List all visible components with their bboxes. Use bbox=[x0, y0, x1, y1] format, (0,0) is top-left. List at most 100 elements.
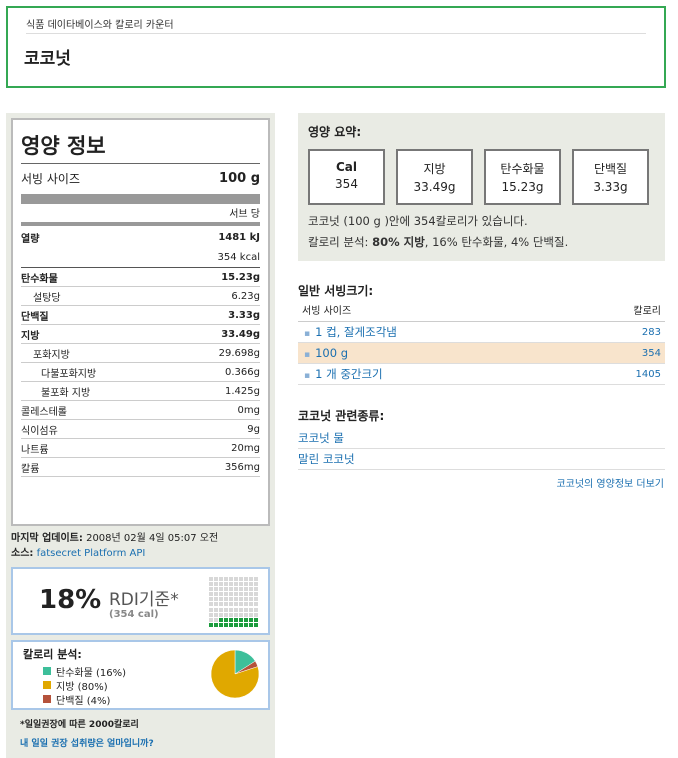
carbs-swatch bbox=[43, 667, 51, 675]
summary-box-label: 지방 bbox=[423, 162, 446, 176]
rdi-grid-cell bbox=[224, 577, 228, 581]
page-title: 코코넛 bbox=[24, 49, 71, 69]
rdi-grid-cell bbox=[229, 602, 233, 607]
rdi-grid-cell bbox=[234, 597, 238, 602]
divider bbox=[26, 33, 646, 34]
per-serving-label: 서브 당 bbox=[21, 204, 260, 226]
serving-size-label: 서빙 사이즈 bbox=[21, 171, 81, 186]
rdi-grid-cell bbox=[219, 592, 223, 597]
serving-row[interactable]: 1 컵, 잘게조각냄 283 bbox=[298, 322, 665, 343]
rdi-help-link[interactable]: 내 일일 권장 섭취량은 얼마입니까? bbox=[20, 736, 154, 749]
left-column: 영양 정보 서빙 사이즈 100 g 서브 당 열량 1481 kJ 354 k… bbox=[6, 113, 275, 758]
page-header: 식품 데이타베이스와 칼로리 카운터 코코넛 bbox=[6, 6, 666, 88]
source-label: 소스: bbox=[11, 548, 34, 559]
serving-calories[interactable]: 1405 bbox=[636, 369, 665, 380]
rdi-grid-cell bbox=[209, 607, 213, 612]
serving-row-selected[interactable]: 100 g 354 bbox=[298, 343, 665, 364]
summary-box-value: 3.33g bbox=[593, 180, 628, 194]
related-item-link[interactable]: 코코넛 물 bbox=[298, 428, 665, 449]
rdi-grid-cell bbox=[244, 602, 248, 607]
summary-box-cal: Cal 354 bbox=[308, 149, 385, 205]
rdi-grid-cell bbox=[209, 612, 213, 617]
rdi-grid-cell bbox=[229, 587, 233, 592]
nutrient-label: 설탕당 bbox=[33, 292, 61, 304]
nutrient-row-potassium: 칼륨 356mg bbox=[21, 458, 260, 477]
related-item-link[interactable]: 말린 코코넛 bbox=[298, 449, 665, 470]
rdi-grid-cell bbox=[234, 602, 238, 607]
summary-box-value: 354 bbox=[335, 177, 358, 191]
nutrient-label: 포화지방 bbox=[33, 349, 70, 361]
rdi-grid-cell bbox=[229, 592, 233, 597]
summary-box-label: 탄수화물 bbox=[500, 162, 545, 176]
rdi-grid-cell bbox=[229, 597, 233, 602]
rdi-grid-cell bbox=[239, 582, 243, 587]
rdi-grid-cell bbox=[254, 612, 258, 617]
serving-name-link[interactable]: 1 컵, 잘게조각냄 bbox=[298, 324, 397, 340]
rdi-grid-cell bbox=[234, 582, 238, 587]
rdi-calories: (354 cal) bbox=[109, 609, 159, 620]
rdi-grid-cell bbox=[209, 597, 213, 602]
rdi-grid-cell bbox=[234, 577, 238, 581]
serving-size-value: 100 g bbox=[219, 170, 260, 186]
rdi-grid-cell bbox=[214, 607, 218, 612]
serving-calories[interactable]: 354 bbox=[642, 348, 665, 359]
nutrient-label: 식이섬유 bbox=[21, 425, 58, 437]
rdi-grid-cell bbox=[219, 617, 223, 622]
rdi-grid-cell bbox=[244, 577, 248, 581]
rdi-grid-cell bbox=[229, 582, 233, 587]
calorie-pie-chart bbox=[210, 649, 260, 699]
rdi-grid-cell bbox=[214, 582, 218, 587]
rdi-percent: 18% bbox=[39, 585, 102, 615]
rdi-grid-cell bbox=[214, 587, 218, 592]
rdi-grid-cell bbox=[209, 617, 213, 622]
rdi-grid-cell bbox=[234, 592, 238, 597]
nutrient-row-sodium: 나트륨 20mg bbox=[21, 439, 260, 458]
rdi-grid-cell bbox=[249, 607, 253, 612]
rdi-grid-cell bbox=[244, 582, 248, 587]
rdi-grid-cell bbox=[254, 622, 258, 627]
rdi-grid-cell bbox=[209, 582, 213, 587]
serving-calories[interactable]: 283 bbox=[642, 327, 665, 338]
more-nutrition-link[interactable]: 코코넛의 영양정보 더보기 bbox=[556, 475, 664, 490]
rdi-grid-cell bbox=[244, 622, 248, 627]
rdi-grid-cell bbox=[244, 617, 248, 622]
rdi-grid-cell bbox=[219, 597, 223, 602]
nutrition-facts-panel: 영양 정보 서빙 사이즈 100 g 서브 당 열량 1481 kJ 354 k… bbox=[11, 118, 270, 526]
breadcrumb[interactable]: 식품 데이타베이스와 칼로리 카운터 bbox=[26, 16, 174, 31]
summary-box-carbs: 탄수화물 15.23g bbox=[484, 149, 561, 205]
rdi-grid-cell bbox=[229, 612, 233, 617]
rdi-grid-cell bbox=[219, 602, 223, 607]
summary-box-fat: 지방 33.49g bbox=[396, 149, 473, 205]
nutrient-row-protein: 단백질 3.33g bbox=[21, 306, 260, 325]
rdi-grid-cell bbox=[254, 607, 258, 612]
source-link[interactable]: fatsecret Platform API bbox=[37, 548, 146, 559]
summary-line-2: 칼로리 분석: 80% 지방, 16% 탄수화물, 4% 단백질. bbox=[308, 232, 568, 253]
rdi-grid-cell bbox=[254, 617, 258, 622]
rdi-grid-cell bbox=[209, 592, 213, 597]
serving-name-link[interactable]: 1 개 중간크기 bbox=[298, 366, 383, 382]
rdi-grid-cell bbox=[249, 587, 253, 592]
nutrient-row-polyunsaturated-fat: 다불포화지방 0.366g bbox=[21, 363, 260, 382]
nutrient-value: 9g bbox=[247, 423, 260, 435]
serving-name-link[interactable]: 100 g bbox=[298, 346, 348, 360]
nutrient-row-fat: 지방 33.49g bbox=[21, 325, 260, 344]
col-serving-size: 서빙 사이즈 bbox=[302, 306, 352, 317]
summary-line-2-prefix: 칼로리 분석: bbox=[308, 235, 373, 249]
col-calories: 칼로리 bbox=[633, 306, 661, 317]
summary-text: 코코넛 (100 g )안에 354칼로리가 있습니다. 칼로리 분석: 80%… bbox=[308, 211, 568, 253]
nutrient-label: 나트륨 bbox=[21, 444, 49, 456]
updated-label: 마지막 업데이트: bbox=[11, 533, 83, 544]
rdi-grid-cell bbox=[209, 577, 213, 581]
nutrient-label: 콜레스테롤 bbox=[21, 406, 67, 418]
rdi-grid-cell bbox=[234, 587, 238, 592]
rdi-grid-cell bbox=[244, 592, 248, 597]
rdi-grid-cell bbox=[239, 617, 243, 622]
servings-title: 일반 서빙크기: bbox=[298, 284, 374, 298]
nutrient-value: 0.366g bbox=[225, 366, 260, 378]
related-title: 코코넛 관련종류: bbox=[298, 409, 385, 423]
serving-row[interactable]: 1 개 중간크기 1405 bbox=[298, 364, 665, 385]
related-list: 코코넛 물 말린 코코넛 bbox=[298, 428, 665, 470]
calorie-breakdown-panel: 칼로리 분석: 탄수화물 (16%) 지방 (80%) 단백질 (4%) bbox=[11, 640, 270, 710]
summary-boxes: Cal 354 지방 33.49g 탄수화물 15.23g 단백질 3.33g bbox=[308, 149, 649, 205]
nutrient-label: 칼륨 bbox=[21, 463, 40, 475]
